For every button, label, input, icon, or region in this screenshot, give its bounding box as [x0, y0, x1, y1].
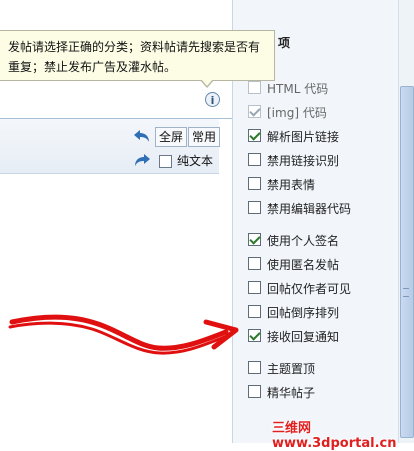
option-checkbox[interactable]	[248, 233, 261, 246]
option-label: 使用个人签名	[267, 234, 340, 248]
site-watermark: 三维网www.3dportal.cn	[272, 421, 397, 451]
option-label: 精华帖子	[267, 386, 316, 400]
option-label: 使用匿名发帖	[267, 258, 340, 272]
option-checkbox[interactable]	[248, 281, 261, 294]
undo-icon[interactable]	[133, 128, 151, 144]
common-button[interactable]: 常用	[188, 127, 221, 147]
option-checkbox[interactable]	[248, 153, 261, 166]
posting-rules-tooltip: 发帖请选择正确的分类；资料帖请先搜索是否有 重复；禁止发布广告及灌水帖。	[0, 30, 275, 81]
option-checkbox[interactable]	[248, 361, 261, 374]
option-checkbox[interactable]	[248, 257, 261, 270]
option-checkbox[interactable]	[248, 385, 261, 398]
option-label: 禁用链接识别	[267, 154, 340, 168]
tooltip-tail-inner	[201, 79, 213, 86]
fullscreen-button[interactable]: 全屏	[155, 127, 188, 147]
option-checkbox[interactable]	[248, 329, 261, 342]
option-label: 接收回复通知	[267, 330, 340, 344]
option-checkbox[interactable]	[248, 129, 261, 142]
info-icon[interactable]: i	[205, 92, 220, 107]
option-label: 禁用编辑器代码	[267, 202, 352, 216]
option-label: 禁用表情	[267, 178, 316, 192]
plain-text-label: 纯文本	[177, 154, 214, 168]
redo-icon[interactable]	[133, 152, 151, 168]
option-label: 解析图片链接	[267, 130, 340, 144]
option-label: 回帖倒序排列	[267, 306, 340, 320]
scrollbar-thumb[interactable]	[400, 86, 414, 438]
tooltip-line-2: 重复；禁止发布广告及灌水帖。	[8, 60, 177, 74]
plain-text-checkbox[interactable]	[159, 155, 172, 168]
option-checkbox	[248, 105, 261, 118]
option-label: [img] 代码	[267, 106, 327, 120]
option-label: 回帖仅作者可见	[267, 282, 352, 296]
option-checkbox[interactable]	[248, 177, 261, 190]
options-panel-title: 项	[278, 36, 291, 50]
red-arrow-annotation	[8, 314, 239, 355]
scrollbar-grip-icon	[403, 288, 409, 297]
option-label: 主题置顶	[267, 362, 316, 376]
option-checkbox	[248, 81, 261, 94]
option-label: HTML 代码	[267, 82, 329, 96]
option-checkbox[interactable]	[248, 305, 261, 318]
tooltip-line-1: 发帖请选择正确的分类；资料帖请先搜索是否有	[8, 40, 261, 54]
option-checkbox[interactable]	[248, 201, 261, 214]
